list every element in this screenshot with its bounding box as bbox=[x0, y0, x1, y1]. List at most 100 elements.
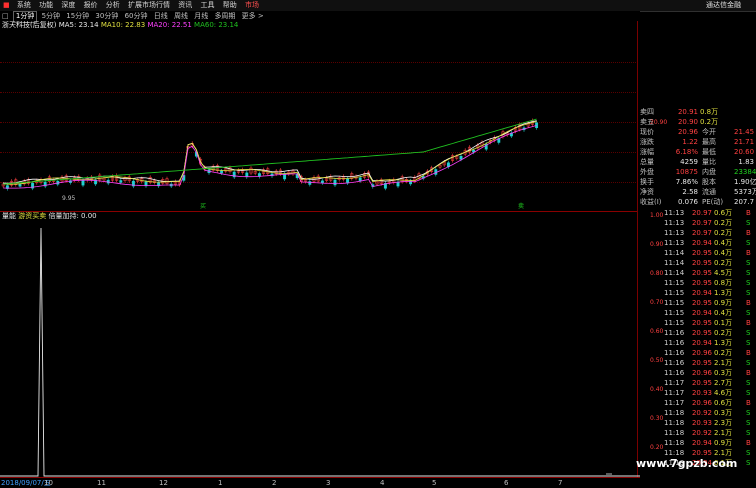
ma10-label: MA10: 22.83 bbox=[100, 21, 146, 29]
tick-volume: 0.2万 bbox=[714, 229, 733, 237]
candle bbox=[346, 178, 350, 184]
indicator-chart[interactable] bbox=[0, 222, 640, 477]
tick-price: 20.95 bbox=[691, 329, 712, 337]
tab-5min[interactable]: 5分钟 bbox=[40, 11, 62, 21]
quote-label-2: 股本 bbox=[702, 178, 716, 186]
tick-time: 11:18 bbox=[664, 439, 685, 447]
quote-row: 涨跌 1.22 最高 21.71 bbox=[638, 138, 756, 147]
quote-label: 涨幅 bbox=[640, 148, 654, 156]
tick-price: 20.95 bbox=[691, 269, 712, 277]
menu-market[interactable]: 市场 bbox=[242, 0, 262, 11]
tick-row: 11:13 20.97 0.2万 S bbox=[664, 219, 756, 228]
indicator-name[interactable]: 量能 bbox=[2, 212, 16, 220]
quote-value-2: 21.45 bbox=[734, 128, 755, 136]
tick-price: 20.92 bbox=[691, 429, 712, 437]
tab-daily[interactable]: 日线 bbox=[152, 11, 170, 21]
candle bbox=[358, 177, 362, 182]
indicator-axis-label: 0.90 bbox=[650, 241, 664, 248]
candle bbox=[320, 180, 324, 184]
quote-value: 20.90 bbox=[677, 118, 698, 126]
candle bbox=[245, 172, 249, 178]
tick-side: S bbox=[746, 379, 751, 387]
indicator-axis-label: 0.40 bbox=[650, 386, 664, 393]
tick-volume: 0.6万 bbox=[714, 399, 733, 407]
indicator-axis-label: 0.20 bbox=[650, 444, 664, 451]
tick-side: S bbox=[746, 449, 751, 457]
tick-volume: 1.3万 bbox=[714, 289, 733, 297]
tick-price: 20.92 bbox=[691, 409, 712, 417]
indicator-title: 游资买卖 bbox=[18, 212, 47, 220]
tick-row: 11:15 20.94 1.3万 S bbox=[664, 289, 756, 298]
tick-row: 11:16 20.96 0.3万 B bbox=[664, 369, 756, 378]
candle bbox=[459, 156, 463, 160]
app-title: 通达信金融 bbox=[706, 1, 741, 9]
tick-row: 11:15 20.95 0.1万 B bbox=[664, 319, 756, 328]
tab-more[interactable]: 更多 > bbox=[240, 11, 266, 21]
tick-volume: 0.3万 bbox=[714, 409, 733, 417]
low-price-marker: 9.95 bbox=[62, 195, 76, 202]
tick-row: 11:18 20.92 2.1万 S bbox=[664, 429, 756, 438]
tick-time: 11:16 bbox=[664, 349, 685, 357]
tick-side: B bbox=[746, 319, 751, 327]
quote-row: 卖五 20.90 0.2万 bbox=[638, 118, 756, 127]
tick-list[interactable]: 11:13 20.97 0.6万 B 11:13 20.97 0.2万 S 11:13 20.97… bbox=[664, 209, 756, 479]
tick-time: 11:14 bbox=[664, 269, 685, 277]
tick-side: S bbox=[746, 309, 751, 317]
indicator-axis-label: 1.00 bbox=[650, 212, 664, 219]
quote-row: 现价 20.96 今开 21.45 bbox=[638, 128, 756, 137]
menu-depth[interactable]: 深度 bbox=[58, 0, 78, 11]
tick-volume: 2.3万 bbox=[714, 419, 733, 427]
tick-volume: 0.8万 bbox=[714, 279, 733, 287]
tick-side: S bbox=[746, 459, 751, 467]
tab-monthly[interactable]: 月线 bbox=[192, 11, 210, 21]
tick-time: 11:14 bbox=[664, 259, 685, 267]
tab-15min[interactable]: 15分钟 bbox=[64, 11, 91, 21]
tab-30min[interactable]: 30分钟 bbox=[93, 11, 120, 21]
tick-side: B bbox=[746, 229, 751, 237]
kline-chart[interactable]: 9.95 买 卖 bbox=[0, 100, 640, 212]
menu-quote[interactable]: 报价 bbox=[81, 0, 101, 11]
quote-label-2: 量比 bbox=[702, 158, 716, 166]
tick-row: 11:16 20.95 2.1万 S bbox=[664, 359, 756, 368]
tick-side: B bbox=[746, 439, 751, 447]
tick-time: 11:16 bbox=[664, 369, 685, 377]
tick-volume: 0.4万 bbox=[714, 239, 733, 247]
tick-time: 11:16 bbox=[664, 339, 685, 347]
tick-price: 20.95 bbox=[691, 279, 712, 287]
indicator-axis-label: 0.50 bbox=[650, 357, 664, 364]
app-logo-icon: ■ bbox=[3, 1, 10, 9]
tick-time: 11:18 bbox=[664, 429, 685, 437]
tick-row: 11:13 20.97 0.6万 B bbox=[664, 209, 756, 218]
menu-function[interactable]: 功能 bbox=[36, 0, 56, 11]
tab-leading[interactable]: □ bbox=[0, 11, 11, 21]
menu-system[interactable]: 系统 bbox=[14, 0, 34, 11]
menu-news[interactable]: 资讯 bbox=[175, 0, 195, 11]
tab-multi-period[interactable]: 多周期 bbox=[212, 11, 237, 21]
tick-price: 20.94 bbox=[691, 289, 712, 297]
tab-weekly[interactable]: 周线 bbox=[172, 11, 190, 21]
menu-tools[interactable]: 工具 bbox=[198, 0, 218, 11]
menu-analysis[interactable]: 分析 bbox=[103, 0, 123, 11]
tick-side: S bbox=[746, 269, 751, 277]
quote-value-2: 5373万 bbox=[734, 188, 756, 196]
period-tab-bar: □ 1分钟 5分钟 15分钟 30分钟 60分钟 日线 周线 月线 多周期 更多… bbox=[0, 11, 640, 23]
sell-signal-marker: 卖 bbox=[518, 203, 524, 210]
tab-60min[interactable]: 60分钟 bbox=[123, 11, 150, 21]
tick-time: 11:16 bbox=[664, 329, 685, 337]
indicator-axis-label: 0.70 bbox=[650, 299, 664, 306]
tick-volume: 0.2万 bbox=[714, 329, 733, 337]
ma60-label: MA60: 23.14 bbox=[194, 21, 239, 29]
tick-time: 11:16 bbox=[664, 359, 685, 367]
quote-value: 20.91 bbox=[677, 108, 698, 116]
tick-side: B bbox=[746, 369, 751, 377]
tick-time: 11:13 bbox=[664, 209, 685, 217]
quote-label: 卖四 bbox=[640, 108, 654, 116]
quote-value: 10875 bbox=[675, 168, 698, 176]
menu-help[interactable]: 帮助 bbox=[220, 0, 240, 11]
tick-side: B bbox=[746, 399, 751, 407]
tick-side: B bbox=[746, 349, 751, 357]
tick-side: S bbox=[746, 259, 751, 267]
tick-time: 11:13 bbox=[664, 229, 685, 237]
tick-time: 11:17 bbox=[664, 399, 685, 407]
menu-extended-market[interactable]: 扩展市场行情 bbox=[125, 0, 173, 11]
